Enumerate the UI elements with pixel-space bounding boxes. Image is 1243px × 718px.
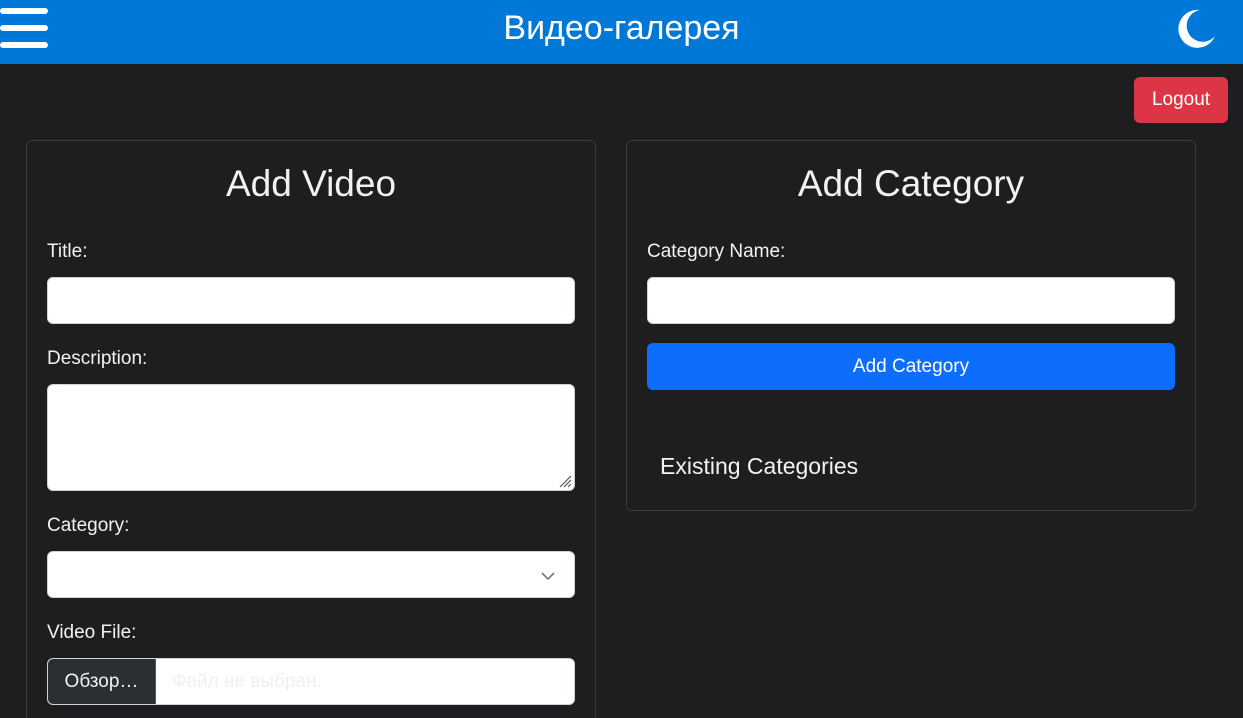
description-textarea[interactable] [47,384,575,491]
add-category-button[interactable]: Add Category [647,343,1175,390]
video-file-label: Video File: [47,622,137,643]
top-bar: Видео-галерея [0,0,1243,64]
add-video-card: Add Video Title: Description: Category: … [26,140,596,718]
title-label: Title: [47,241,88,262]
add-category-title: Add Category [797,163,1025,204]
moon-icon[interactable] [1172,6,1218,52]
category-select[interactable] [47,551,575,598]
browse-button[interactable]: Обзор… [48,659,156,704]
category-name-label: Category Name: [647,241,786,262]
logout-button[interactable]: Logout [1134,77,1228,123]
file-status-text: Файл не выбран. [172,671,322,692]
video-file-input[interactable]: Обзор… Файл не выбран. [47,658,575,705]
category-label: Category: [47,515,130,536]
resize-grip-icon[interactable] [556,472,572,488]
existing-categories-heading: Existing Categories [660,453,859,479]
add-category-card: Add Category Category Name: Add Category… [626,140,1196,511]
title-input[interactable] [47,277,575,324]
app-title: Видео-галерея [503,9,740,47]
description-label: Description: [47,348,148,369]
add-video-title: Add Video [225,163,397,204]
chevron-down-icon [541,572,555,581]
category-name-input[interactable] [647,277,1175,324]
